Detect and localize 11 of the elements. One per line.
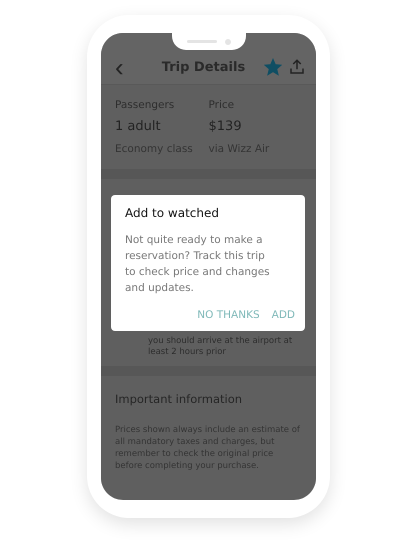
section-heading: Important information <box>115 392 244 406</box>
field-value: 1 adult <box>115 119 162 134</box>
dialog-title: Add to watched <box>125 206 220 220</box>
field-value: $139 <box>208 119 243 134</box>
dialog-button[interactable]: ADD <box>272 309 295 321</box>
star-icon[interactable] <box>264 58 282 76</box>
back-button[interactable]: ‹ <box>115 54 135 80</box>
screen-title: Trip Details <box>160 60 246 74</box>
dialog-button[interactable]: NO THANKS <box>197 309 260 321</box>
dialog-message: Not quite ready to make a reservation? Track this trip to check price and changes and updates. <box>125 233 271 296</box>
share-icon[interactable] <box>288 58 306 76</box>
